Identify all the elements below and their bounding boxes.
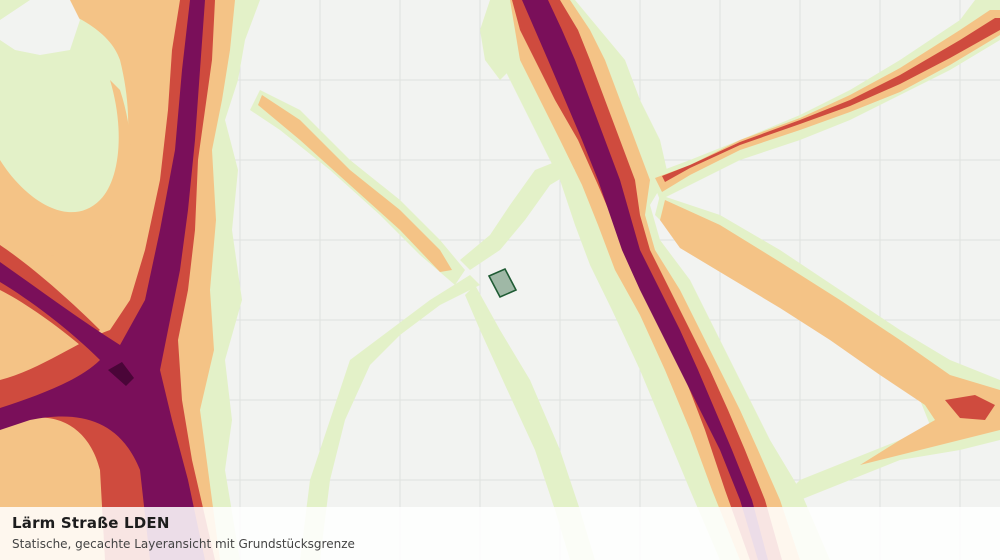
left-noise-zone xyxy=(0,0,260,560)
map-caption: Lärm Straße LDEN Statische, gecachte Lay… xyxy=(0,507,1000,560)
noise-map: Lärm Straße LDEN Statische, gecachte Lay… xyxy=(0,0,1000,560)
map-subtitle: Statische, gecachte Layeransicht mit Gru… xyxy=(12,537,355,551)
map-title: Lärm Straße LDEN xyxy=(12,514,170,532)
noise-map-canvas xyxy=(0,0,1000,560)
